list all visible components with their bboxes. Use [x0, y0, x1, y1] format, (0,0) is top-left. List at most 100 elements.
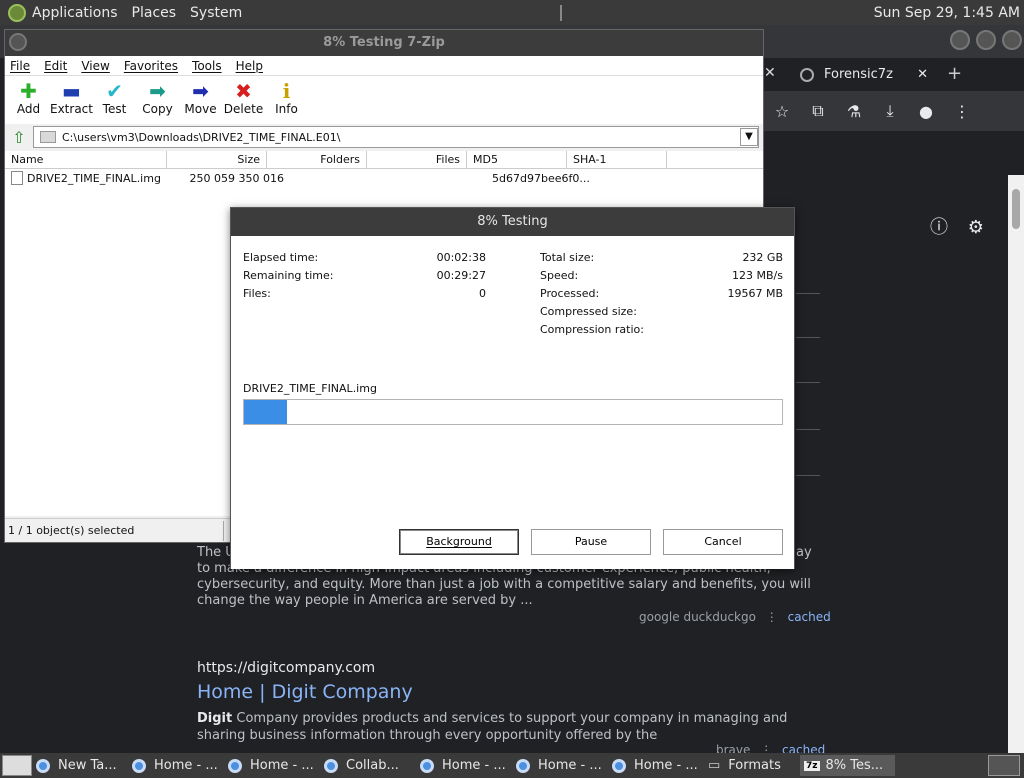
move-label: Move	[184, 102, 217, 116]
progress-bar	[243, 399, 783, 425]
task-home-4[interactable]: Home - ...	[512, 755, 607, 776]
background-button-label: Background	[426, 535, 492, 548]
gear-icon[interactable]: ⚙	[968, 217, 984, 238]
new-tab-icon[interactable]: +	[947, 63, 962, 84]
status-text: 1 / 1 object(s) selected	[8, 524, 135, 537]
info-label: Info	[275, 102, 298, 116]
path-combobox[interactable]: C:\users\vm3\Downloads\DRIVE2_TIME_FINAL…	[33, 126, 759, 148]
menu-help[interactable]: Help	[236, 59, 263, 73]
col-folders[interactable]: Folders	[267, 151, 367, 168]
copy-icon: ➡	[149, 79, 166, 103]
result-engines: google duckduckgo	[639, 610, 756, 624]
table-row[interactable]: DRIVE2_TIME_FINAL.img 250 059 350 016 5d…	[5, 169, 763, 187]
menu-places[interactable]: Places	[132, 5, 177, 21]
tab-close-icon[interactable]: ✕	[764, 65, 776, 81]
menu-view[interactable]: View	[81, 59, 109, 73]
7zip-titlebar[interactable]: 8% Testing 7-Zip	[5, 30, 763, 56]
up-folder-icon[interactable]: ⇧	[5, 128, 33, 147]
browser-toolbar: ☆ ⧉ ⚗ ⤓ ● ⋮	[764, 91, 1024, 131]
distro-logo-icon[interactable]	[8, 3, 26, 22]
labs-flask-icon[interactable]: ⚗	[836, 102, 872, 121]
download-icon[interactable]: ⤓	[872, 101, 908, 121]
menu-applications[interactable]: Applications	[32, 5, 118, 21]
folder-icon: ▭	[708, 758, 721, 773]
task-collab[interactable]: Collab...	[320, 755, 415, 776]
task-label: Collab...	[346, 758, 399, 773]
test-button[interactable]: ✔ Test	[93, 76, 136, 124]
tab-title: Forensic7z	[824, 67, 893, 82]
task-7zip[interactable]: 7z 8% Tes...	[800, 755, 895, 776]
extract-button[interactable]: ▬ Extract	[50, 76, 93, 124]
minimize-icon[interactable]	[950, 30, 970, 50]
task-new-tab[interactable]: New Ta...	[32, 755, 127, 776]
col-files[interactable]: Files	[367, 151, 467, 168]
task-label: Home - ...	[154, 758, 218, 773]
compression-ratio-label: Compression ratio:	[540, 323, 644, 336]
folder-icon	[40, 131, 56, 143]
col-sha1[interactable]: SHA-1	[567, 151, 667, 168]
page-scrollbar[interactable]	[1008, 175, 1024, 753]
move-button[interactable]: ➡ Move	[179, 76, 222, 124]
menu-edit[interactable]: Edit	[44, 59, 67, 73]
info-icon[interactable]: ⓘ	[930, 217, 948, 238]
globe-icon	[800, 67, 814, 82]
close-window-icon[interactable]	[1002, 30, 1022, 50]
cached-link[interactable]: cached	[788, 610, 831, 624]
divider	[796, 293, 820, 294]
meta-dots-icon[interactable]: ⋮	[766, 610, 778, 624]
profile-icon[interactable]: ●	[908, 102, 944, 121]
result-title-link[interactable]: Home | Digit Company	[197, 681, 413, 703]
tab-close-icon[interactable]: ✕	[917, 67, 928, 82]
menu-favorites[interactable]: Favorites	[124, 59, 178, 73]
maximize-icon[interactable]	[976, 30, 996, 50]
cancel-button-label: Cancel	[704, 535, 742, 548]
show-desktop-icon[interactable]	[988, 755, 1020, 776]
menu-tools[interactable]: Tools	[192, 59, 222, 73]
speed-label: Speed:	[540, 269, 579, 282]
delete-button[interactable]: ✖ Delete	[222, 76, 265, 124]
col-size[interactable]: Size	[167, 151, 267, 168]
background-button[interactable]: Background	[399, 529, 519, 555]
result-meta: google duckduckgo ⋮ cached	[639, 610, 831, 624]
col-md5[interactable]: MD5	[467, 151, 567, 168]
chevron-down-icon[interactable]: ▼	[740, 128, 758, 146]
processed-value: 19567 MB	[727, 287, 783, 300]
chrome-icon	[132, 758, 146, 773]
menu-system[interactable]: System	[190, 5, 242, 21]
add-button[interactable]: ✚ Add	[7, 76, 50, 124]
progress-fill	[244, 400, 288, 424]
test-icon: ✔	[106, 79, 123, 103]
remaining-value: 00:29:27	[436, 269, 486, 282]
menu-kebab-icon[interactable]: ⋮	[944, 102, 980, 121]
scrollbar-thumb[interactable]	[1012, 189, 1020, 229]
pause-button[interactable]: Pause	[531, 529, 651, 555]
clock[interactable]: Sun Sep 29, 1:45 AM	[874, 5, 1020, 21]
divider	[796, 337, 820, 338]
top-panel: Applications Places System Sun Sep 29, 1…	[0, 0, 1024, 25]
task-home-2[interactable]: Home - ...	[224, 755, 319, 776]
task-label: Home - ...	[250, 758, 314, 773]
info-button[interactable]: i Info	[265, 76, 308, 124]
result-url[interactable]: https://digitcompany.com	[197, 660, 375, 676]
task-formats[interactable]: ▭ Formats	[704, 755, 799, 776]
total-size-label: Total size:	[540, 251, 595, 264]
dialog-titlebar[interactable]: 8% Testing	[231, 208, 794, 236]
tab-forensic7z[interactable]: Forensic7z ✕	[790, 58, 938, 91]
extensions-icon[interactable]: ⧉	[800, 101, 836, 121]
copy-button[interactable]: ➡ Copy	[136, 76, 179, 124]
task-home-5[interactable]: Home - ...	[608, 755, 703, 776]
star-icon[interactable]: ☆	[764, 102, 800, 121]
elapsed-label: Elapsed time:	[243, 251, 319, 264]
cancel-button[interactable]: Cancel	[663, 529, 783, 555]
result-snippet-end: ay	[796, 545, 812, 560]
col-name[interactable]: Name	[5, 151, 167, 168]
task-home-3[interactable]: Home - ...	[416, 755, 511, 776]
task-home-1[interactable]: Home - ...	[128, 755, 223, 776]
taskbar: New Ta... Home - ... Home - ... Collab..…	[0, 753, 1024, 778]
menu-file[interactable]: File	[10, 59, 30, 73]
elapsed-value: 00:02:38	[436, 251, 486, 264]
desktop-icon[interactable]	[2, 755, 32, 776]
window-menu-icon[interactable]	[9, 33, 27, 51]
divider	[796, 475, 820, 476]
7zip-icon: 7z	[804, 760, 820, 771]
